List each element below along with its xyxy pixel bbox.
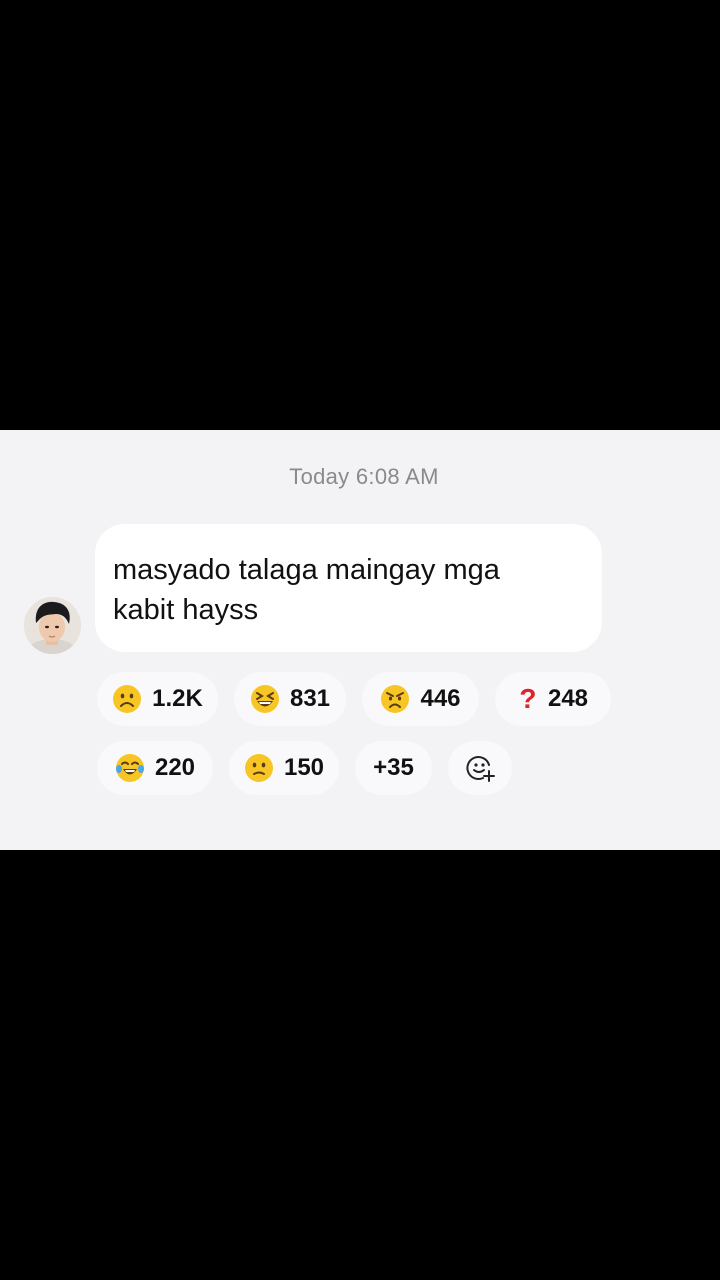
add-reaction-button[interactable] [448,741,512,795]
reactions-bar: 1.2K 831 446 ? 248 220 150 +35 [0,430,720,850]
reaction-angry[interactable]: 446 [362,672,479,726]
reaction-count: 831 [289,685,331,712]
reaction-count: 220 [154,754,196,781]
reaction-squinting-grin[interactable]: 831 [234,672,346,726]
reaction-count: 1.2K [152,685,203,712]
reaction-tears-of-joy[interactable]: 220 [97,741,213,795]
more-reactions-count: +35 [373,754,414,781]
angry-face-icon [380,684,410,714]
letterbox-bottom [0,850,720,1280]
reaction-count: 150 [283,754,325,781]
squinting-grin-face-icon [250,684,280,714]
more-reactions-button[interactable]: +35 [355,741,432,795]
slightly-frowning-face-icon [244,753,274,783]
reaction-count: 446 [420,685,461,712]
reaction-question[interactable]: ? 248 [495,672,611,726]
letterbox-top [0,0,720,430]
reaction-count: 248 [547,685,589,712]
reaction-slightly-frowning[interactable]: 150 [229,741,339,795]
add-reaction-icon [465,753,495,783]
tears-of-joy-face-icon [115,753,145,783]
red-question-mark-icon: ? [519,683,537,714]
chat-thread: Today 6:08 AM masyado talaga maingay mga… [0,430,720,850]
reaction-frowning[interactable]: 1.2K [97,672,218,726]
frowning-face-icon [112,684,142,714]
